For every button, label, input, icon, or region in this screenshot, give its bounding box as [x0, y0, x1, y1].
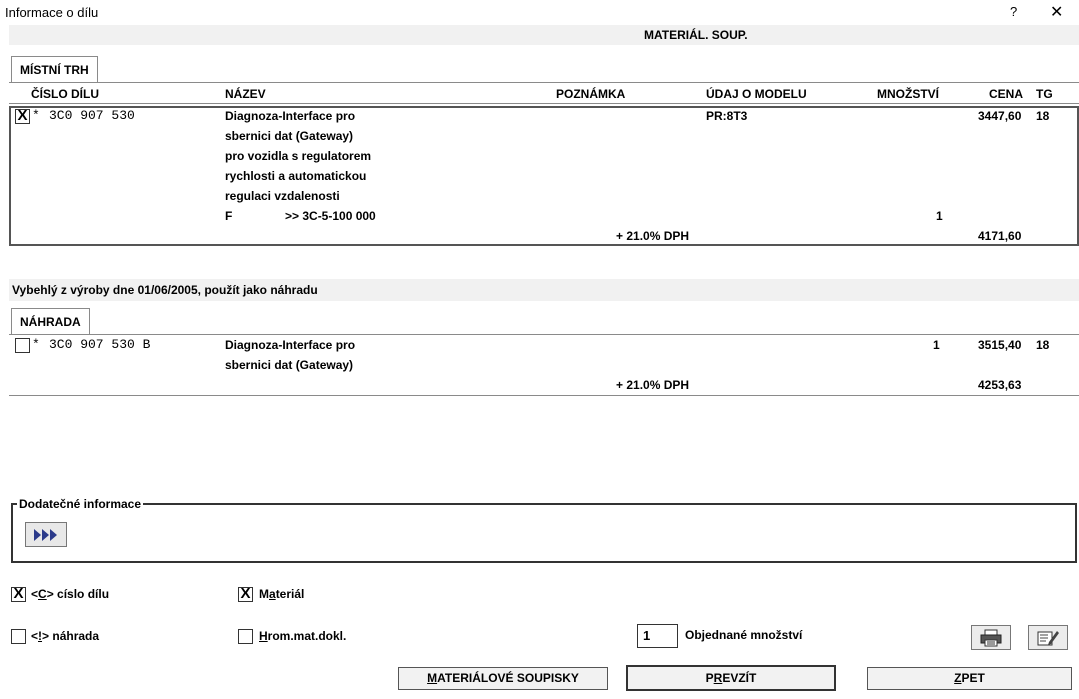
- header-label: MATERIÁL. SOUP.: [644, 28, 748, 42]
- row-qty: 1: [936, 209, 943, 223]
- replacement-divider: [9, 395, 1079, 396]
- replacement-vat-label: + 21.0% DPH: [616, 378, 690, 392]
- tab-divider: [9, 82, 1079, 83]
- replacement-price: 3515,40: [978, 338, 1022, 352]
- row-checkbox[interactable]: X: [15, 108, 30, 124]
- option-replacement-checkbox[interactable]: [11, 629, 26, 644]
- row-model: PR:8T3: [706, 109, 748, 123]
- row-part-no: 3C0 907 530: [49, 108, 135, 123]
- row-name-line-3: pro vozidla s regulatorem: [225, 149, 372, 163]
- table-row[interactable]: [9, 106, 1079, 246]
- discontinued-notice-bar: Vybehlý z výroby dne 01/06/2005, použít …: [9, 279, 1079, 301]
- expand-button[interactable]: [25, 522, 67, 547]
- ordered-qty-input[interactable]: 1: [637, 624, 678, 648]
- row-name-line-2: sbernici dat (Gateway): [225, 129, 354, 143]
- replacement-checkbox[interactable]: [15, 338, 30, 353]
- replacement-star: *: [32, 337, 40, 352]
- edit-button[interactable]: [1028, 625, 1068, 650]
- replacement-price-vat: 4253,63: [978, 378, 1022, 392]
- option-material-label[interactable]: Materiál: [259, 587, 304, 601]
- option-hrom-label[interactable]: Hrom.mat.dokl.: [259, 629, 346, 643]
- row-star: *: [32, 108, 40, 123]
- replacement-qty: 1: [933, 338, 940, 352]
- replacement-tg: 18: [1036, 338, 1050, 352]
- col-name: NÁZEV: [225, 87, 266, 101]
- material-lists-button[interactable]: MATERIÁLOVÉ SOUPISKY: [398, 667, 608, 690]
- row-name-line-5: regulaci vzdalenosti: [225, 189, 340, 203]
- option-hrom-checkbox[interactable]: [238, 629, 253, 644]
- header-divider: [9, 103, 1079, 104]
- window-title: Informace o dílu: [5, 5, 99, 20]
- row-price: 3447,60: [978, 109, 1022, 123]
- row-name-line-1: Diagnoza-Interface pro: [225, 109, 356, 123]
- ordered-qty-label: Objednané množství: [685, 628, 803, 642]
- replacement-part-no: 3C0 907 530 B: [49, 337, 151, 352]
- col-tg: TG: [1036, 87, 1053, 101]
- back-button[interactable]: ZPET: [867, 667, 1072, 690]
- option-part-no-label[interactable]: <C> císlo dílu: [31, 587, 109, 601]
- discontinued-notice: Vybehlý z výroby dne 01/06/2005, použít …: [12, 283, 318, 297]
- take-over-button[interactable]: PREVZÍT: [626, 665, 836, 691]
- printer-icon: [980, 629, 1002, 646]
- close-icon[interactable]: ✕: [1050, 2, 1063, 22]
- row-name-line-4: rychlosti a automatickou: [225, 169, 367, 183]
- option-material-checkbox[interactable]: X: [238, 586, 253, 602]
- help-button[interactable]: ?: [1010, 4, 1017, 19]
- tab-divider-replacement: [9, 334, 1079, 335]
- row-tg: 18: [1036, 109, 1050, 123]
- col-note: POZNÁMKA: [556, 87, 626, 101]
- replacement-name-line-1: Diagnoza-Interface pro: [225, 338, 356, 352]
- print-button[interactable]: [971, 625, 1011, 650]
- row-price-vat: 4171,60: [978, 229, 1022, 243]
- col-qty: MNOŽSTVÍ: [877, 87, 939, 101]
- header-bar: MATERIÁL. SOUP.: [9, 25, 1079, 45]
- edit-document-icon: [1037, 630, 1059, 645]
- option-replacement-label[interactable]: <!> náhrada: [31, 629, 99, 643]
- col-price: CENA: [989, 87, 1024, 101]
- triple-arrow-icon: [34, 528, 57, 541]
- col-model: ÚDAJ O MODELU: [706, 87, 807, 101]
- tab-replacement[interactable]: NÁHRADA: [11, 308, 90, 334]
- additional-info-legend: Dodatečné informace: [17, 497, 144, 511]
- tab-local-market[interactable]: MÍSTNÍ TRH: [11, 56, 98, 82]
- row-f-value: >> 3C-5-100 000: [285, 209, 376, 223]
- row-f-label: F: [225, 209, 233, 223]
- col-part-no: ČÍSLO DÍLU: [31, 87, 99, 101]
- row-vat-label: + 21.0% DPH: [616, 229, 690, 243]
- option-part-no-checkbox[interactable]: X: [11, 586, 26, 602]
- additional-info-group: [11, 503, 1077, 563]
- replacement-name-line-2: sbernici dat (Gateway): [225, 358, 354, 372]
